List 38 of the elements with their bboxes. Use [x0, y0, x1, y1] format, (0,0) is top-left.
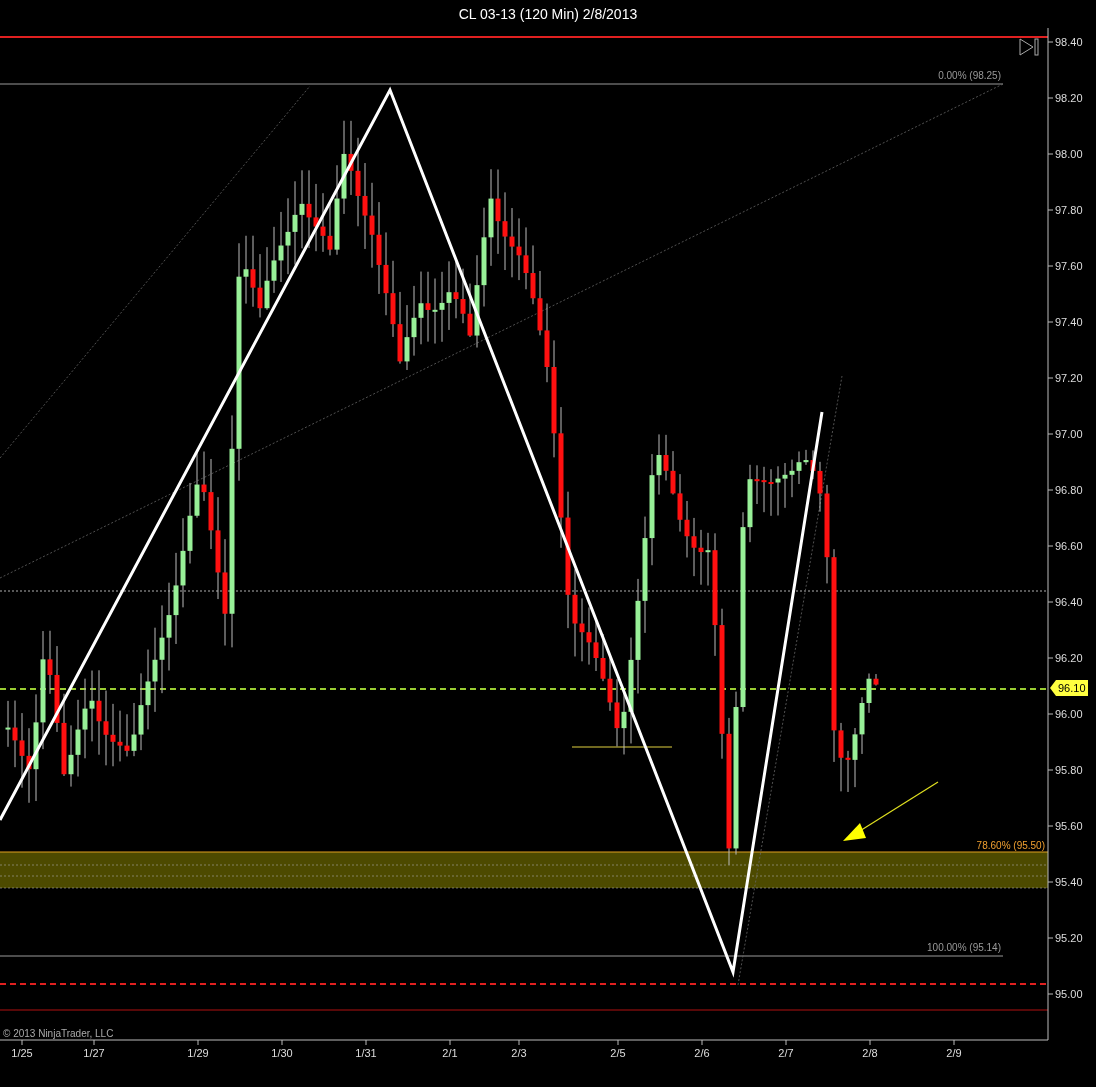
y-axis-label: 95.00	[1055, 988, 1083, 1000]
x-axis-label: 2/9	[946, 1047, 962, 1059]
y-axis-label: 98.40	[1055, 36, 1083, 48]
y-axis-label: 97.20	[1055, 372, 1083, 384]
copyright-text: © 2013 NinjaTrader, LLC	[3, 1028, 114, 1039]
x-axis-label: 1/30	[271, 1047, 293, 1059]
x-axis-label: 1/31	[355, 1047, 377, 1059]
y-axis-label: 97.00	[1055, 428, 1083, 440]
fib-level-label: 100.00% (95.14)	[927, 942, 1001, 953]
x-axis-label: 1/27	[83, 1047, 105, 1059]
x-axis-label: 2/8	[862, 1047, 878, 1059]
scroll-to-end-icon[interactable]	[1019, 38, 1039, 56]
y-axis-label: 95.80	[1055, 764, 1083, 776]
arrow-icon	[843, 781, 939, 841]
x-axis-label: 1/29	[187, 1047, 209, 1059]
y-axis-label: 98.20	[1055, 92, 1083, 104]
fib-level-label: 78.60% (95.50)	[976, 840, 1045, 851]
y-axis-label: 95.60	[1055, 820, 1083, 832]
x-axis-label: 1/25	[11, 1047, 33, 1059]
x-axis-label: 2/5	[610, 1047, 626, 1059]
price-marker: 96.10	[1050, 680, 1088, 696]
x-axis-label: 2/6	[694, 1047, 710, 1059]
x-axis-label: 2/1	[442, 1047, 458, 1059]
window-title: CL 03-13 (120 Min) 2/8/2013	[458, 6, 638, 22]
y-axis-label: 97.40	[1055, 316, 1083, 328]
x-axis-label: 2/3	[511, 1047, 527, 1059]
y-axis-label: 97.60	[1055, 260, 1083, 272]
y-axis-label: 98.00	[1055, 148, 1083, 160]
y-axis-label: 95.20	[1055, 932, 1083, 944]
y-axis-label: 96.60	[1055, 540, 1083, 552]
y-axis-label: 96.20	[1055, 652, 1083, 664]
y-axis-label: 96.00	[1055, 708, 1083, 720]
x-axis-label: 2/7	[778, 1047, 794, 1059]
y-axis-label: 95.40	[1055, 876, 1083, 888]
fib-level-label: 0.00% (98.25)	[938, 70, 1001, 81]
y-axis-label: 96.80	[1055, 484, 1083, 496]
y-axis-label: 97.80	[1055, 204, 1083, 216]
y-axis-label: 96.40	[1055, 596, 1083, 608]
